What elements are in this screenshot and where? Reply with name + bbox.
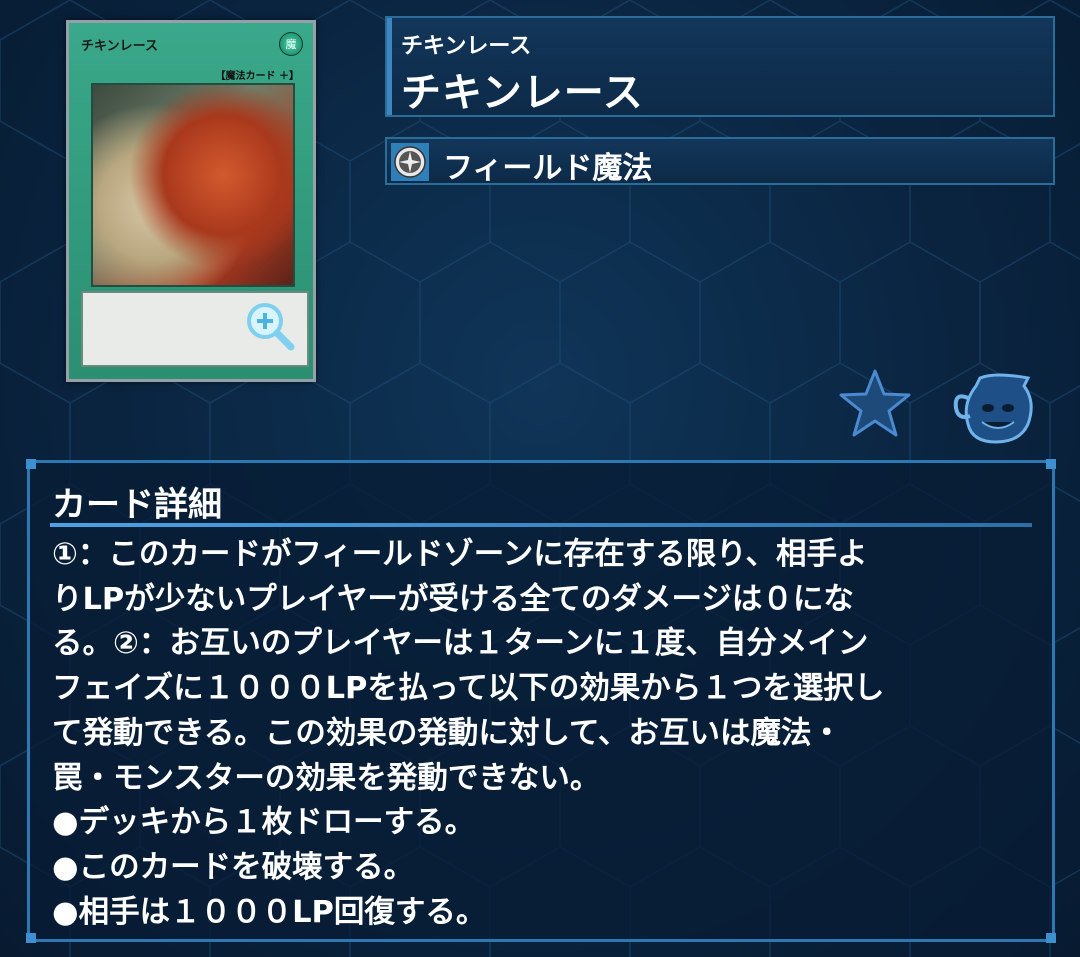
star-icon[interactable]: [838, 368, 912, 438]
card-type-label: フィールド魔法: [443, 151, 653, 186]
panel-corner: [26, 459, 36, 469]
card-name: チキンレース: [401, 70, 644, 116]
card-text-area: [81, 291, 309, 367]
pot-icon[interactable]: [950, 368, 1040, 446]
name-panel-accent: [387, 18, 392, 115]
card-image[interactable]: チキンレース 魔 【魔法カード ＋】: [66, 20, 316, 382]
panel-corner: [1046, 933, 1056, 943]
card-name-panel: チキンレース チキンレース: [385, 16, 1055, 117]
card-effect-text: ①：このカードがフィールドゾーンに存在する限り、相手よ りLPが少ないプレイヤー…: [52, 533, 1042, 935]
effect-line: ●デッキから１枚ドローする。: [52, 805, 476, 841]
card-image-title: チキンレース: [81, 39, 158, 54]
effect-line: ●相手は１０００LP回復する。: [52, 894, 487, 930]
card-artwork: [91, 83, 295, 287]
effect-line: りLPが少ないプレイヤーが受ける全てのダメージは０にな: [52, 581, 854, 617]
card-image-type: 【魔法カード ＋】: [215, 71, 299, 82]
title-divider: [50, 523, 1032, 527]
effect-line: て発動できる。この効果の発動に対して、お互いは魔法・: [52, 715, 842, 751]
field-spell-icon: [391, 143, 429, 181]
panel-corner: [26, 933, 36, 943]
attribute-icon: 魔: [279, 32, 303, 56]
card-details-title: カード詳細: [52, 485, 222, 525]
effect-line: ①：このカードがフィールドゾーンに存在する限り、相手よ: [52, 537, 868, 572]
effect-line: 罠・モンスターの効果を発動できない。: [52, 760, 601, 796]
effect-line: フェイズに１０００LPを払って以下の効果から１つを選択し: [52, 671, 885, 707]
card-type-panel: フィールド魔法: [385, 137, 1055, 186]
card-name-ruby: チキンレース: [401, 34, 532, 59]
effect-line: る。②：お互いのプレイヤーは１ターンに１度、自分メイン: [52, 626, 869, 662]
panel-corner: [1046, 459, 1056, 469]
zoom-icon[interactable]: [243, 299, 297, 353]
card-details-panel: カード詳細 ①：このカードがフィールドゾーンに存在する限り、相手よ りLPが少な…: [26, 459, 1056, 943]
effect-line: ●このカードを破壊する。: [52, 849, 415, 885]
